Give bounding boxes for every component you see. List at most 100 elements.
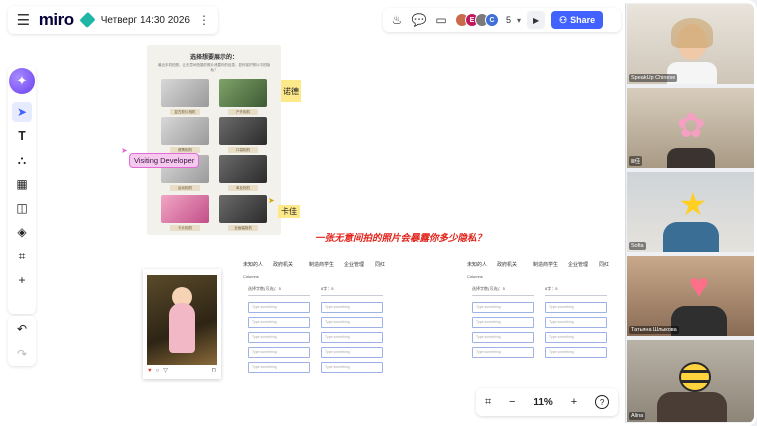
text-input[interactable]: Type something — [321, 317, 383, 328]
present-button[interactable]: ▶ — [527, 11, 546, 29]
text-input[interactable]: Type something — [248, 332, 310, 343]
collaborator-cursor-label: Visiting Developer — [129, 153, 200, 168]
avatar[interactable]: C — [485, 13, 499, 27]
board-name[interactable]: Четверг 14:30 2026 — [101, 15, 190, 26]
camera-label: 卡片相机 — [170, 225, 200, 231]
participant-body — [663, 222, 719, 252]
comment-icon[interactable]: ○ — [156, 368, 160, 374]
send-icon[interactable]: ▽ — [163, 367, 168, 374]
text-input[interactable]: Type something — [248, 317, 310, 328]
undo-icon[interactable]: ↶ — [17, 322, 27, 336]
camera-label: 口袋相机 — [228, 147, 258, 153]
flower-emoji-icon: ✿ — [676, 107, 706, 145]
form-header: 政府机关 — [273, 262, 294, 268]
board-header: ☰ miro Четверг 14:30 2026 ⋮ — [8, 6, 218, 34]
participant-name: Alina — [629, 412, 646, 420]
form-header: 企业管理 — [344, 262, 365, 268]
text-input[interactable]: Type something — [248, 362, 310, 373]
video-tile[interactable]: SpeakUp Chinese — [627, 4, 755, 84]
select-tool-icon[interactable]: ➤ — [12, 102, 32, 122]
share-button[interactable]: ⚇ Share — [551, 11, 604, 29]
video-tile[interactable]: ♥ Татьяна Шлыкова — [627, 256, 755, 336]
table-tool-icon[interactable]: ▦ — [12, 174, 32, 194]
text-tool-icon[interactable]: 𝐓 — [12, 126, 32, 146]
text-input[interactable]: Type something — [545, 347, 607, 358]
photo-actions: ♥ ○ ▽ ⊓ — [148, 367, 216, 375]
reactions-icon[interactable]: ♨ — [389, 13, 405, 27]
board-canvas[interactable]: ☰ miro Четверг 14:30 2026 ⋮ ♨ 💬 ▭ E C 5 … — [0, 0, 626, 426]
zoom-level[interactable]: 11% — [533, 397, 552, 408]
camera-sheet[interactable]: 选择想要展示的： 最近手机拍照，让无意间拍摄的照片泄露你的信息，如何保护照片中的… — [147, 45, 281, 235]
camera-image — [161, 79, 209, 107]
form-header: 制造商学生 — [533, 262, 559, 268]
comment-icon[interactable]: 💬 — [411, 13, 427, 27]
video-icon[interactable]: ▭ — [433, 13, 449, 27]
columns-label: Columns — [467, 274, 483, 279]
menu-icon[interactable]: ☰ — [16, 11, 31, 29]
photo-card[interactable]: ♥ ○ ▽ ⊓ — [143, 269, 221, 379]
text-input[interactable]: Type something — [545, 317, 607, 328]
survey-form[interactable]: 未知的人 政府机关 制造商学生 企业管理 同红 Columns 选择字数(可选)… — [243, 261, 393, 381]
text-input[interactable]: Type something — [248, 302, 310, 313]
shapes-tool-icon[interactable]: ◈ — [12, 222, 32, 242]
form-header: 制造商学生 — [309, 262, 335, 268]
add-tool-icon[interactable]: + — [12, 270, 32, 290]
cursor-icon: ➤ — [121, 146, 128, 155]
collaboration-bar: ♨ 💬 ▭ E C 5 ▾ ▶ ⚇ Share — [383, 8, 621, 32]
sticky-note-tool-icon[interactable]: ◫ — [12, 198, 32, 218]
chevron-down-icon[interactable]: ▾ — [517, 16, 521, 25]
collaborator-count[interactable]: 5 — [506, 15, 511, 25]
share-label: Share — [570, 15, 596, 25]
text-input[interactable]: Type something — [321, 362, 383, 373]
help-icon[interactable]: ? — [595, 395, 610, 409]
bee-stripe — [681, 370, 709, 373]
participant-body — [657, 392, 727, 422]
video-tile[interactable]: ✿ Ⅲ佳 — [627, 88, 755, 168]
divider — [321, 295, 383, 296]
form-header: 企业管理 — [568, 262, 589, 268]
camera-image — [219, 117, 267, 145]
sticky-note[interactable]: 卡佳 — [278, 205, 300, 218]
field-label: 8字：5 — [321, 286, 334, 291]
form-header: 政府机关 — [497, 262, 518, 268]
participant-hair — [671, 18, 713, 48]
fit-to-screen-icon[interactable]: ⌗ — [485, 396, 491, 409]
survey-form[interactable]: 未知的人 政府机关 制造商学生 企业管理 同红 Columns 选择字数(可选)… — [467, 261, 617, 381]
camera-label: 运动相机 — [170, 185, 200, 191]
frame-tool-icon[interactable]: ⌗ — [12, 246, 32, 266]
zoom-out-icon[interactable]: − — [509, 396, 515, 408]
text-input[interactable]: Type something — [472, 317, 534, 328]
text-input[interactable]: Type something — [248, 347, 310, 358]
text-input[interactable]: Type something — [321, 302, 383, 313]
ai-assistant-icon[interactable]: ✦ — [9, 68, 35, 94]
field-label: 8字：5 — [545, 286, 558, 291]
text-input[interactable]: Type something — [472, 302, 534, 313]
text-input[interactable]: Type something — [472, 332, 534, 343]
columns-label: Columns — [243, 274, 259, 279]
participant-name: Sofia — [629, 242, 646, 250]
collaborator-avatars[interactable]: E C — [455, 13, 499, 27]
text-input[interactable]: Type something — [545, 302, 607, 313]
more-options-icon[interactable]: ⋮ — [198, 13, 210, 27]
text-input[interactable]: Type something — [472, 347, 534, 358]
text-input[interactable]: Type something — [321, 332, 383, 343]
video-tile[interactable]: Alina — [627, 340, 755, 422]
camera-label: 单反相机 — [228, 185, 258, 191]
miro-logo[interactable]: miro — [39, 10, 74, 30]
zoom-in-icon[interactable]: + — [571, 396, 577, 408]
text-input[interactable]: Type something — [321, 347, 383, 358]
sticky-note[interactable]: 诺德 — [281, 80, 301, 102]
heart-icon[interactable]: ♥ — [148, 368, 152, 374]
video-tile[interactable]: ★ Sofia — [627, 172, 755, 252]
sheet-subtitle: 最近手机拍照，让无意间拍摄的照片泄露你的信息，如何保护照片中的隐私？ — [158, 63, 270, 72]
field-label: 选择字数(可选)：5 — [248, 286, 281, 291]
bookmark-icon[interactable]: ⊓ — [211, 367, 216, 374]
undo-redo-panel: ↶ ↷ — [8, 316, 36, 366]
participant-body — [667, 148, 715, 168]
diagram-tool-icon[interactable]: ⛬ — [12, 150, 32, 170]
text-input[interactable]: Type something — [545, 332, 607, 343]
redo-icon[interactable]: ↷ — [17, 347, 27, 361]
participant-name: Ⅲ佳 — [629, 156, 643, 166]
question-text[interactable]: 一张无意间拍的照片会暴露你多少隐私？ — [315, 230, 486, 244]
form-header: 未知的人 — [467, 262, 488, 268]
